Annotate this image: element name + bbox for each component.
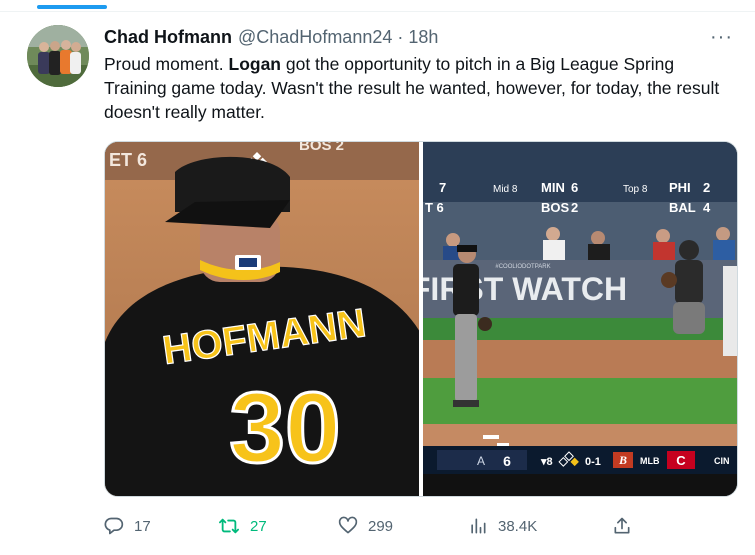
retweet-count: 27 bbox=[250, 517, 267, 535]
reply-button[interactable]: 17 bbox=[104, 516, 151, 536]
tweet-text-mention: Logan bbox=[228, 54, 282, 74]
media-image-1[interactable]: ET 6 BOS 2 HOFMANN 30 bbox=[105, 142, 419, 496]
bally-logo: B bbox=[618, 453, 627, 467]
bug-score: 6 bbox=[503, 453, 511, 469]
reply-count: 17 bbox=[134, 517, 151, 535]
analytics-icon bbox=[471, 518, 486, 534]
bug-mlb: MLB bbox=[640, 456, 660, 466]
separator: · bbox=[397, 26, 404, 47]
score-row1-inning: Mid 8 bbox=[493, 184, 518, 195]
score-row2-team-a: BOS bbox=[541, 200, 570, 215]
score-row1-inning2: Top 8 bbox=[623, 184, 648, 195]
media-image-2[interactable]: 7 Mid 8 MIN 6 Top 8 PHI 2 T 6 BOS 2 BAL … bbox=[422, 142, 737, 496]
active-tab-indicator bbox=[37, 5, 107, 9]
score-row1-score-b: 2 bbox=[703, 180, 710, 195]
score-row1-team-a: MIN bbox=[541, 180, 565, 195]
author-handle[interactable]: @ChadHofmann24 bbox=[238, 27, 392, 48]
heart-icon bbox=[338, 516, 358, 534]
reply-icon bbox=[104, 517, 124, 535]
tweet-text: Proud moment. Logan got the opportunity … bbox=[104, 52, 734, 124]
retweet-icon bbox=[219, 518, 239, 534]
score-row2-score-a: 2 bbox=[571, 200, 578, 215]
media-grid: ET 6 BOS 2 HOFMANN 30 7 Mid 8 MIN 6 Top … bbox=[104, 141, 738, 497]
score-row1-left: 7 bbox=[439, 180, 446, 195]
score-row1-team-b: PHI bbox=[669, 180, 691, 195]
team-logo-cin: C bbox=[676, 453, 686, 468]
score-row1-score-a: 6 bbox=[571, 180, 578, 195]
scoreboard-left-text: ET 6 bbox=[109, 150, 147, 170]
share-button[interactable] bbox=[612, 516, 632, 536]
scoreboard-right-text: BOS 2 bbox=[299, 142, 344, 154]
jersey-number: 30 bbox=[229, 372, 340, 484]
like-count: 299 bbox=[368, 517, 394, 535]
timestamp[interactable]: 18h bbox=[408, 27, 438, 48]
like-button[interactable]: 299 bbox=[338, 516, 393, 536]
score-row2-score-b: 4 bbox=[703, 200, 711, 215]
share-icon bbox=[614, 517, 630, 534]
bug-inning: ▾8 bbox=[540, 456, 553, 468]
bug-team: CIN bbox=[714, 456, 730, 466]
bug-count: 0-1 bbox=[585, 456, 601, 468]
team-logo-atl: A bbox=[477, 454, 485, 468]
avatar[interactable] bbox=[27, 25, 89, 87]
author-name[interactable]: Chad Hofmann bbox=[104, 27, 232, 48]
views-count: 38.4K bbox=[498, 517, 538, 535]
divider bbox=[0, 11, 755, 12]
tweet-text-part1: Proud moment. bbox=[104, 54, 229, 74]
tweet-header: Chad Hofmann @ChadHofmann24 · 18h bbox=[104, 25, 438, 49]
views-button[interactable]: 38.4K bbox=[468, 516, 537, 536]
more-options-button[interactable]: ··· bbox=[710, 26, 733, 49]
score-row2-left: T 6 bbox=[425, 200, 444, 215]
retweet-button[interactable]: 27 bbox=[218, 516, 267, 536]
score-row2-team-b: BAL bbox=[669, 200, 696, 215]
wall-small-text: #COOLIODOTPARK bbox=[495, 264, 550, 270]
tweet-actions: 17 27 299 38.4K bbox=[104, 512, 644, 540]
